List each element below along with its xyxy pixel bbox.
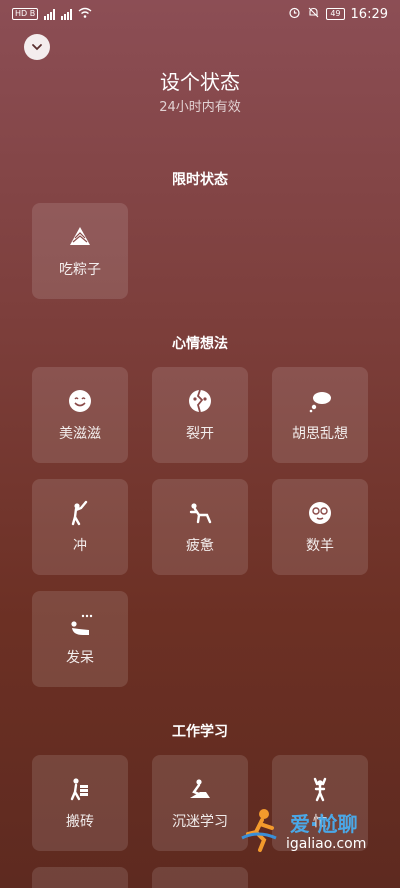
section-title-mood: 心情想法 [172, 336, 228, 352]
section-title-work: 工作学习 [172, 724, 228, 740]
status-tile-cracked[interactable]: 裂开 [152, 367, 248, 463]
smile-face-icon [66, 387, 94, 415]
status-tile-label: 裂开 [186, 426, 214, 442]
wifi-icon [78, 7, 92, 22]
status-tile-label: 胡思乱想 [292, 426, 348, 442]
mute-icon [307, 6, 320, 22]
page-subtitle: 24小时内有效 [159, 100, 241, 115]
zongzi-icon [66, 223, 94, 251]
signal-2-icon [61, 8, 73, 20]
status-tile-overthinking[interactable]: 胡思乱想 [272, 367, 368, 463]
sheep-face-icon [306, 499, 334, 527]
collapse-button[interactable] [24, 34, 50, 60]
page-title: 设个状态 [160, 70, 240, 94]
watermark-url: igaliao.com [286, 836, 367, 852]
alarm-icon [288, 6, 301, 22]
thought-bubble-icon [306, 387, 334, 415]
status-tile-daydream[interactable]: 发呆 [32, 591, 128, 687]
tired-person-icon [186, 499, 214, 527]
status-tile-charge[interactable]: 冲 [32, 479, 128, 575]
status-tile-label: 冲 [73, 538, 87, 554]
status-tile-tired[interactable]: 疲惫 [152, 479, 248, 575]
status-tile-label: 疲惫 [186, 538, 214, 554]
status-tile-zongzi[interactable]: 吃粽子 [32, 203, 128, 299]
status-bar: HD B 49 16:29 [0, 0, 400, 28]
status-bar-left: HD B [12, 7, 92, 22]
network-badge: HD B [12, 8, 39, 20]
status-tile-label: 沉迷学习 [172, 814, 228, 830]
status-tile-label: 数羊 [306, 538, 334, 554]
battery-icon: 49 [326, 8, 345, 20]
section-title-limited: 限时状态 [172, 172, 228, 188]
charging-person-icon [66, 499, 94, 527]
busy-person-icon [306, 775, 334, 803]
chevron-down-icon [32, 44, 42, 51]
status-tile-partial[interactable] [32, 867, 128, 888]
status-tile-bricks[interactable]: 搬砖 [32, 755, 128, 851]
status-tile-label: 吃粽子 [59, 262, 101, 278]
watermark-logo-icon [241, 809, 277, 852]
status-tile-happy[interactable]: 美滋滋 [32, 367, 128, 463]
site-watermark: 爱·尬聊 igaliao.com [238, 802, 388, 858]
daydream-person-icon [66, 611, 94, 639]
status-tile-label: 发呆 [66, 650, 94, 666]
status-tile-partial[interactable] [152, 867, 248, 888]
watermark-text: 爱·尬聊 [290, 812, 358, 836]
studying-person-icon [186, 775, 214, 803]
carry-bricks-icon [66, 775, 94, 803]
status-tile-counting-sheep[interactable]: 数羊 [272, 479, 368, 575]
status-bar-right: 49 16:29 [288, 6, 388, 22]
status-tile-studying[interactable]: 沉迷学习 [152, 755, 248, 851]
status-tile-label: 搬砖 [66, 814, 94, 830]
signal-icon [44, 8, 56, 20]
cracked-face-icon [186, 387, 214, 415]
clock-time: 16:29 [350, 6, 388, 22]
status-tile-label: 美滋滋 [59, 426, 101, 442]
